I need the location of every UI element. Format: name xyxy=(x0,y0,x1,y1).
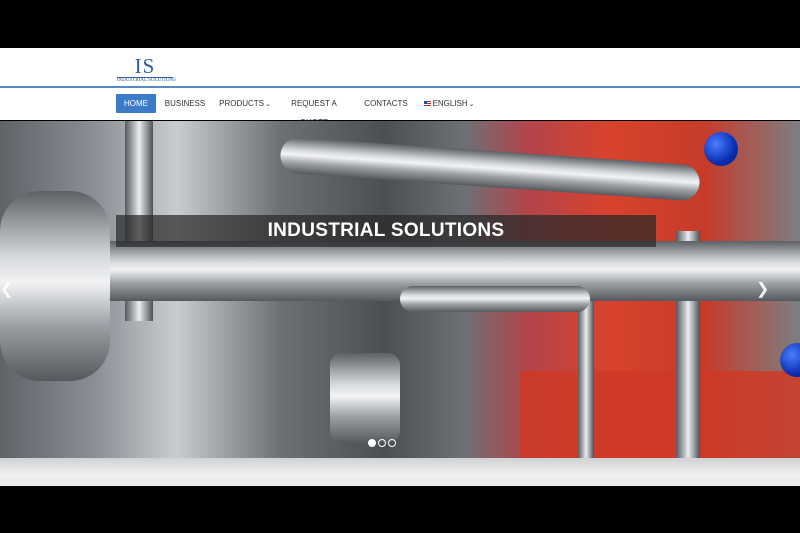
slider-dot-1[interactable] xyxy=(368,439,376,447)
site-header: IS INDUSTRIAL SOLUTIONS xyxy=(0,48,800,88)
nav-language-label: ENGLISH xyxy=(432,99,468,108)
section-shadow-divider xyxy=(0,458,800,486)
nav-contacts[interactable]: CONTACTS xyxy=(364,94,408,113)
chevron-right-icon[interactable]: ❯ xyxy=(756,282,769,298)
logo-mark: IS xyxy=(134,54,156,78)
slider-dot-2[interactable] xyxy=(378,439,386,447)
hero-main-pipe xyxy=(0,241,800,301)
hero-pipe xyxy=(279,136,701,202)
hero-caption: INDUSTRIAL SOLUTIONS xyxy=(267,220,505,241)
chevron-down-icon: ⌄ xyxy=(265,101,271,108)
logo-subtitle: INDUSTRIAL SOLUTIONS xyxy=(117,77,176,83)
hero-valve-knob xyxy=(704,132,738,166)
us-flag-icon xyxy=(423,101,431,107)
chevron-down-icon: ⌄ xyxy=(468,101,475,108)
hero-caption-banner: INDUSTRIAL SOLUTIONS xyxy=(116,215,656,247)
nav-products[interactable]: PRODUCTS⌄ xyxy=(219,94,271,113)
bottom-black-bar xyxy=(0,486,800,533)
hero-flange xyxy=(0,191,110,381)
nav-home[interactable]: HOME xyxy=(116,94,156,113)
nav-business[interactable]: BUSINESS xyxy=(164,94,206,113)
hero-pipe xyxy=(400,286,590,312)
nav-business-label: BUSINESS xyxy=(164,99,206,108)
slider-dot-3[interactable] xyxy=(388,439,396,447)
nav-home-label: HOME xyxy=(124,99,148,108)
main-nav: HOME BUSINESS PRODUCTS⌄ REQUEST A QUOTE … xyxy=(0,88,800,127)
nav-contacts-label: CONTACTS xyxy=(364,99,408,108)
nav-request-quote[interactable]: REQUEST A QUOTE xyxy=(280,94,348,127)
nav-products-label: PRODUCTS xyxy=(219,99,264,108)
hero-background-floor xyxy=(520,371,800,458)
hero-canister xyxy=(330,353,400,443)
slider-pagination xyxy=(368,434,398,447)
top-black-bar xyxy=(0,0,800,48)
chevron-left-icon[interactable]: ❮ xyxy=(0,282,13,298)
nav-language[interactable]: ENGLISH⌄ xyxy=(422,94,476,113)
site-logo[interactable]: IS INDUSTRIAL SOLUTIONS xyxy=(117,54,176,84)
hero-slider[interactable] xyxy=(0,121,800,458)
